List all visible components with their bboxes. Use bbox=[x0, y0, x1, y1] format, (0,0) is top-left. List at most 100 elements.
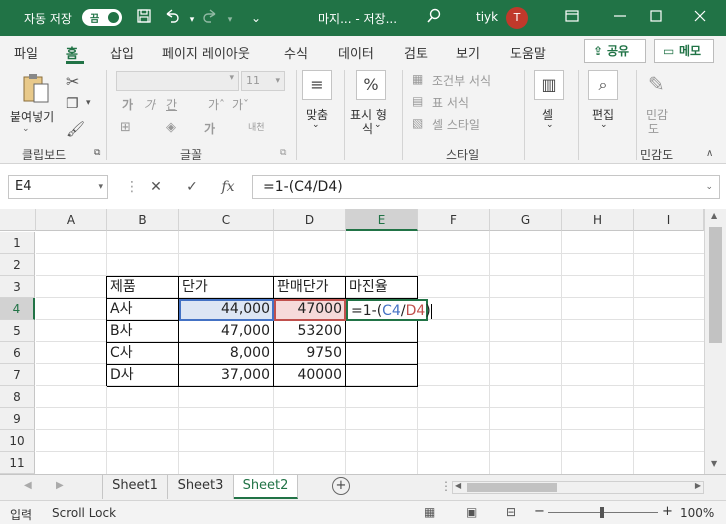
ribbon-display-icon[interactable] bbox=[562, 8, 582, 28]
paste-icon[interactable] bbox=[20, 72, 52, 106]
cell-c7[interactable]: 37,000 bbox=[179, 365, 274, 387]
row-header-11[interactable]: 11 bbox=[0, 452, 35, 474]
memo-button[interactable]: ▭ 메모 bbox=[654, 39, 714, 63]
expand-formula-icon[interactable]: ⌄ bbox=[705, 176, 713, 198]
col-header-h[interactable]: H bbox=[562, 209, 634, 231]
cell-e6[interactable] bbox=[346, 343, 418, 365]
copy-dropdown-icon[interactable]: ▾ bbox=[86, 98, 91, 108]
cell-c5[interactable]: 47,000 bbox=[179, 321, 274, 343]
clipboard-launcher-icon[interactable]: ⧉ bbox=[94, 148, 100, 158]
row-header-3[interactable]: 3 bbox=[0, 276, 35, 298]
name-box-dropdown-icon[interactable]: ▾ bbox=[98, 176, 103, 198]
row-header-9[interactable]: 9 bbox=[0, 408, 35, 430]
maximize-icon[interactable] bbox=[646, 8, 666, 28]
sheet-tab-sheet3[interactable]: Sheet3 bbox=[168, 475, 234, 499]
cell-d5[interactable]: 53200 bbox=[274, 321, 346, 343]
zoom-level[interactable]: 100% bbox=[680, 506, 714, 520]
cell-b6[interactable]: C사 bbox=[107, 343, 179, 365]
customize-toolbar-icon[interactable]: ⌄ bbox=[246, 8, 266, 28]
cell-e7[interactable] bbox=[346, 365, 418, 387]
zoom-out-button[interactable]: − bbox=[534, 504, 545, 519]
cancel-icon[interactable]: ✕ bbox=[146, 176, 166, 198]
cell-e4-editing[interactable]: =1-(C4/D4) bbox=[346, 299, 432, 321]
sheet-tab-sheet1[interactable]: Sheet1 bbox=[102, 475, 168, 499]
alignment-dropdown-icon[interactable]: ⌄ bbox=[312, 120, 320, 130]
cell-d7[interactable]: 40000 bbox=[274, 365, 346, 387]
col-header-e[interactable]: E bbox=[346, 209, 418, 231]
tab-data[interactable]: 데이터 bbox=[338, 43, 374, 62]
percent-icon[interactable]: % bbox=[356, 70, 386, 100]
vertical-scrollbar[interactable]: ▲ ▼ bbox=[704, 209, 726, 474]
scroll-right-icon[interactable]: ▶ bbox=[695, 481, 701, 490]
sheet-tab-sheet2[interactable]: Sheet2 bbox=[234, 475, 298, 499]
minimize-icon[interactable] bbox=[610, 8, 630, 28]
row-header-6[interactable]: 6 bbox=[0, 342, 35, 364]
row-header-4[interactable]: 4 bbox=[0, 298, 35, 320]
alignment-icon[interactable]: ≡ bbox=[302, 70, 332, 100]
share-button[interactable]: ⇪ 공유 bbox=[584, 39, 646, 63]
copy-icon[interactable]: ❐ bbox=[66, 96, 79, 112]
save-icon[interactable] bbox=[134, 8, 154, 28]
tab-page-layout[interactable]: 페이지 레이아웃 bbox=[162, 43, 250, 62]
number-format-label-2[interactable]: 식 bbox=[362, 120, 373, 137]
autosave-toggle[interactable]: 끔 bbox=[82, 9, 122, 26]
tab-file[interactable]: 파일 bbox=[14, 43, 38, 62]
col-header-g[interactable]: G bbox=[490, 209, 562, 231]
zoom-slider-thumb[interactable] bbox=[600, 507, 604, 518]
split-handle-icon[interactable]: ⋮ bbox=[440, 479, 452, 493]
cell-b3[interactable]: 제품 bbox=[107, 277, 179, 299]
col-header-c[interactable]: C bbox=[179, 209, 274, 231]
sheet-next-icon[interactable]: ▶ bbox=[56, 480, 64, 491]
number-dropdown-icon[interactable]: ⌄ bbox=[374, 120, 382, 130]
paste-label[interactable]: 붙여넣기 bbox=[10, 108, 54, 125]
tab-help[interactable]: 도움말 bbox=[510, 43, 546, 62]
scroll-left-icon[interactable]: ◀ bbox=[455, 481, 461, 490]
tab-formulas[interactable]: 수식 bbox=[284, 43, 308, 62]
editing-search-icon[interactable]: ⌕ bbox=[588, 70, 618, 100]
horizontal-scrollbar[interactable]: ◀ ▶ bbox=[452, 481, 704, 494]
cell-b4[interactable]: A사 bbox=[107, 299, 179, 321]
page-layout-icon[interactable]: ▣ bbox=[466, 505, 477, 519]
cell-c3[interactable]: 단가 bbox=[179, 277, 274, 299]
col-header-d[interactable]: D bbox=[274, 209, 346, 231]
h-scroll-thumb[interactable] bbox=[467, 483, 557, 492]
cells-dropdown-icon[interactable]: ⌄ bbox=[546, 120, 554, 130]
zoom-in-button[interactable]: + bbox=[662, 504, 673, 519]
cell-d4[interactable]: 47000 bbox=[274, 299, 346, 321]
cell-b7[interactable]: D사 bbox=[107, 365, 179, 387]
search-icon[interactable] bbox=[424, 8, 444, 28]
enter-icon[interactable]: ✓ bbox=[182, 176, 202, 198]
collapse-ribbon-icon[interactable]: ∧ bbox=[706, 148, 713, 159]
row-header-7[interactable]: 7 bbox=[0, 364, 35, 386]
row-header-10[interactable]: 10 bbox=[0, 430, 35, 452]
tab-view[interactable]: 보기 bbox=[456, 43, 480, 62]
scroll-down-icon[interactable]: ▼ bbox=[711, 459, 717, 468]
cell-d6[interactable]: 9750 bbox=[274, 343, 346, 365]
cell-e3[interactable]: 마진율 bbox=[346, 277, 418, 299]
cell-c4[interactable]: 44,000 bbox=[179, 299, 274, 321]
col-header-i[interactable]: I bbox=[634, 209, 704, 231]
tab-home[interactable]: 홈 bbox=[66, 43, 78, 62]
formula-input[interactable]: =1-(C4/D4) ⌄ bbox=[252, 175, 720, 199]
cell-b5[interactable]: B사 bbox=[107, 321, 179, 343]
paste-dropdown-icon[interactable]: ⌄ bbox=[22, 124, 30, 134]
format-painter-icon[interactable]: 🖌 bbox=[66, 120, 85, 138]
scroll-up-icon[interactable]: ▲ bbox=[711, 211, 717, 220]
row-header-5[interactable]: 5 bbox=[0, 320, 35, 342]
col-header-f[interactable]: F bbox=[418, 209, 490, 231]
sheet-prev-icon[interactable]: ◀ bbox=[24, 480, 32, 491]
normal-view-icon[interactable]: ▦ bbox=[424, 505, 435, 519]
close-icon[interactable] bbox=[690, 8, 710, 28]
tab-insert[interactable]: 삽입 bbox=[110, 43, 134, 62]
scroll-thumb[interactable] bbox=[709, 227, 722, 343]
cell-c6[interactable]: 8,000 bbox=[179, 343, 274, 365]
add-sheet-icon[interactable]: + bbox=[332, 477, 350, 495]
insert-function-icon[interactable]: fx bbox=[218, 176, 238, 198]
row-header-2[interactable]: 2 bbox=[0, 254, 35, 276]
cells-icon[interactable]: ▥ bbox=[534, 70, 564, 100]
page-break-icon[interactable]: ⊟ bbox=[506, 505, 516, 519]
editing-dropdown-icon[interactable]: ⌄ bbox=[600, 120, 608, 130]
select-all-corner[interactable] bbox=[0, 209, 36, 231]
username[interactable]: tiyk bbox=[476, 10, 498, 24]
undo-icon[interactable] bbox=[162, 8, 182, 28]
